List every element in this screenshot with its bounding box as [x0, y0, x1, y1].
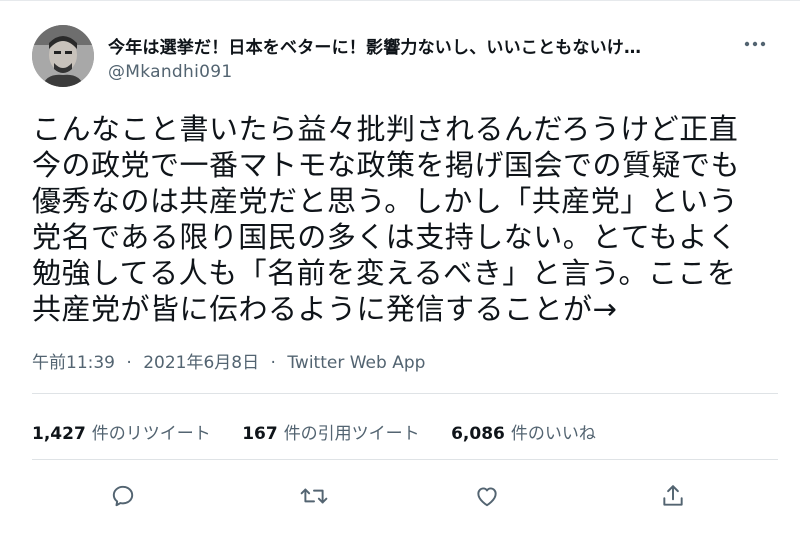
- tweet-date[interactable]: 2021年6月8日: [143, 353, 259, 373]
- tweet-time[interactable]: 午前11:39: [32, 353, 115, 373]
- share-button[interactable]: [656, 479, 690, 513]
- retweet-icon: [300, 488, 328, 504]
- quotes-stat[interactable]: 167 件の引用ツイート: [242, 419, 420, 444]
- tweet-actions: [30, 479, 778, 513]
- tweet-card: 今年は選挙だ！日本をベターに！影響力ないし、いいこともないけ… @Mkandhi…: [0, 0, 800, 533]
- likes-count: 6,086: [451, 424, 505, 444]
- display-name[interactable]: 今年は選挙だ！日本をベターに！影響力ないし、いいこともないけ…: [108, 33, 728, 58]
- likes-stat[interactable]: 6,086 件のいいね: [451, 419, 596, 444]
- avatar-image: [32, 25, 94, 87]
- retweets-stat[interactable]: 1,427 件のリツイート: [32, 419, 211, 444]
- tweet-source[interactable]: Twitter Web App: [287, 353, 425, 373]
- retweets-label: 件のリツイート: [91, 424, 211, 444]
- share-icon: [663, 485, 683, 506]
- divider: [32, 393, 778, 394]
- meta-separator: ·: [126, 353, 132, 373]
- likes-label: 件のいいね: [510, 424, 596, 444]
- divider: [32, 459, 778, 460]
- more-options-button[interactable]: [740, 29, 770, 59]
- meta-separator: ·: [270, 353, 276, 373]
- reply-button[interactable]: [106, 479, 140, 513]
- heart-icon: [477, 487, 497, 507]
- like-button[interactable]: [470, 479, 504, 513]
- more-dots-icon: [744, 41, 766, 47]
- retweet-button[interactable]: [297, 479, 331, 513]
- quotes-count: 167: [242, 424, 278, 444]
- tweet-text: こんなこと書いたら益々批判されるんだろうけど正直 今の政党で一番マトモな政策を掲…: [32, 112, 741, 326]
- tweet-meta: 午前11:39 · 2021年6月8日 · Twitter Web App: [32, 348, 425, 373]
- avatar[interactable]: [32, 25, 94, 87]
- quotes-label: 件の引用ツイート: [283, 424, 420, 444]
- user-handle[interactable]: @Mkandhi091: [108, 62, 232, 82]
- tweet-stats: 1,427 件のリツイート 167 件の引用ツイート 6,086 件のいいね: [32, 419, 622, 444]
- reply-icon: [112, 485, 134, 507]
- retweets-count: 1,427: [32, 424, 86, 444]
- tweet-header: 今年は選挙だ！日本をベターに！影響力ないし、いいこともないけ… @Mkandhi…: [32, 25, 776, 93]
